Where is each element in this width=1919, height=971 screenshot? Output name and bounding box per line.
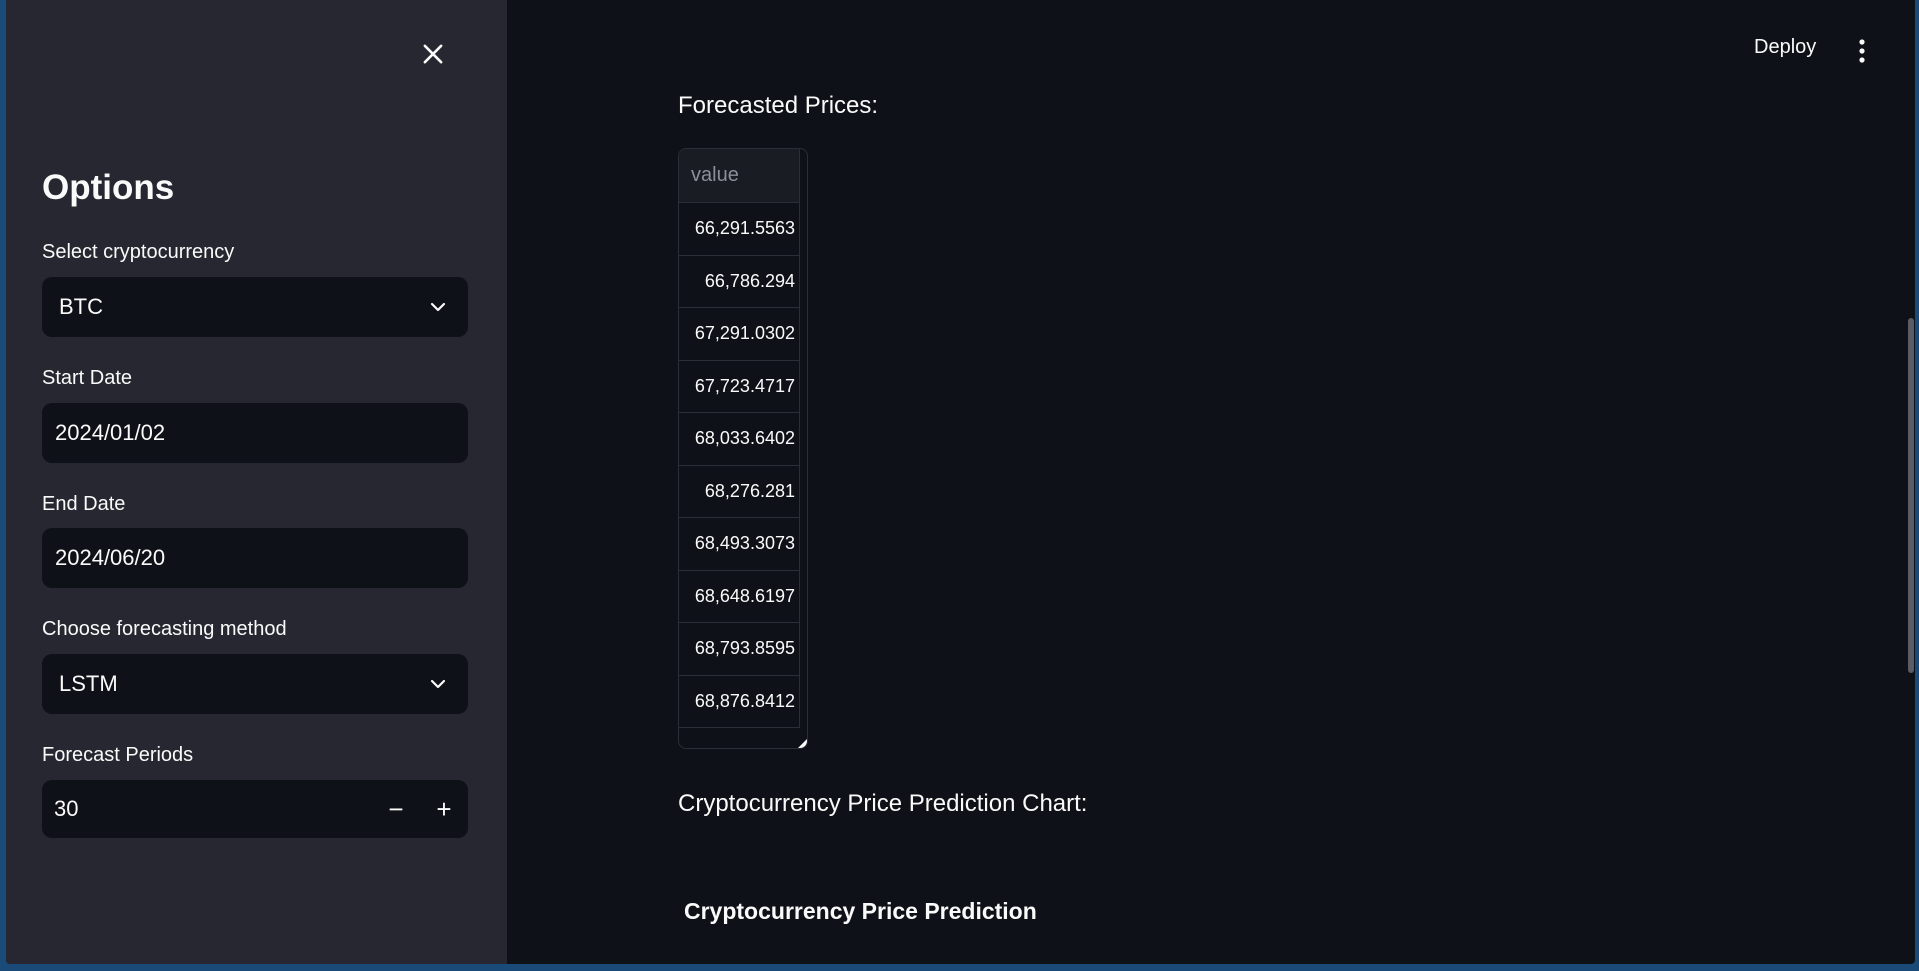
chevron-down-icon[interactable]	[408, 654, 468, 714]
close-sidebar-icon[interactable]	[419, 40, 447, 68]
end-date-value: 2024/06/20	[55, 545, 166, 570]
increment-button[interactable]: +	[420, 781, 468, 837]
table-header-value[interactable]: value	[679, 149, 800, 203]
start-date-value: 2024/01/02	[55, 420, 166, 445]
table-row[interactable]: 66,786.294	[679, 255, 800, 308]
sidebar-title: Options	[42, 168, 175, 207]
crypto-select[interactable]: BTC	[42, 277, 468, 337]
forecast-periods-value[interactable]: 30	[54, 796, 372, 822]
forecast-periods-label: Forecast Periods	[42, 744, 194, 766]
table-row[interactable]: 66,291.5563	[679, 203, 800, 256]
forecast-periods-input[interactable]: 30 − +	[42, 780, 468, 838]
sidebar: Options Select cryptocurrency BTC Start …	[6, 0, 507, 964]
table-row[interactable]: 68,033.6402	[679, 413, 800, 466]
table-row[interactable]: 67,723.4717	[679, 360, 800, 413]
method-select-label: Choose forecasting method	[42, 618, 287, 640]
chart-title: Cryptocurrency Price Prediction	[684, 898, 1037, 924]
main-scrollbar[interactable]	[1906, 0, 1915, 964]
crypto-select-label: Select cryptocurrency	[42, 241, 235, 263]
table-row[interactable]: 68,276.281	[679, 465, 800, 518]
end-date-input[interactable]: 2024/06/20	[42, 528, 468, 588]
scrollbar-thumb[interactable]	[1908, 318, 1914, 673]
start-date-label: Start Date	[42, 367, 133, 389]
table-row[interactable]: 67,291.0302	[679, 308, 800, 361]
table-row[interactable]: 68,793.8595	[679, 623, 800, 676]
more-options-icon[interactable]	[1850, 36, 1874, 66]
table-body: 66,291.5563 66,786.294 67,291.0302 67,723.4…	[679, 203, 807, 728]
end-date-label: End Date	[42, 493, 126, 515]
decrement-button[interactable]: −	[372, 781, 420, 837]
deploy-button[interactable]: Deploy	[1754, 36, 1816, 59]
chart-heading: Cryptocurrency Price Prediction Chart:	[678, 790, 1088, 817]
table-row[interactable]: 68,493.3073	[679, 518, 800, 571]
forecast-table[interactable]: value 66,291.5563 66,786.294 67,291.0302 67…	[678, 148, 808, 749]
crypto-select-value: BTC	[59, 294, 103, 319]
chevron-down-icon[interactable]	[408, 277, 468, 337]
app-window: Options Select cryptocurrency BTC Start …	[6, 0, 1915, 964]
method-select[interactable]: LSTM	[42, 654, 468, 714]
table-row[interactable]: 68,876.8412	[679, 675, 800, 728]
forecast-heading: Forecasted Prices:	[678, 92, 879, 119]
method-select-value: LSTM	[59, 671, 118, 696]
table-row[interactable]: 68,648.6197	[679, 570, 800, 623]
resize-handle-icon[interactable]	[798, 739, 807, 748]
start-date-input[interactable]: 2024/01/02	[42, 403, 468, 463]
